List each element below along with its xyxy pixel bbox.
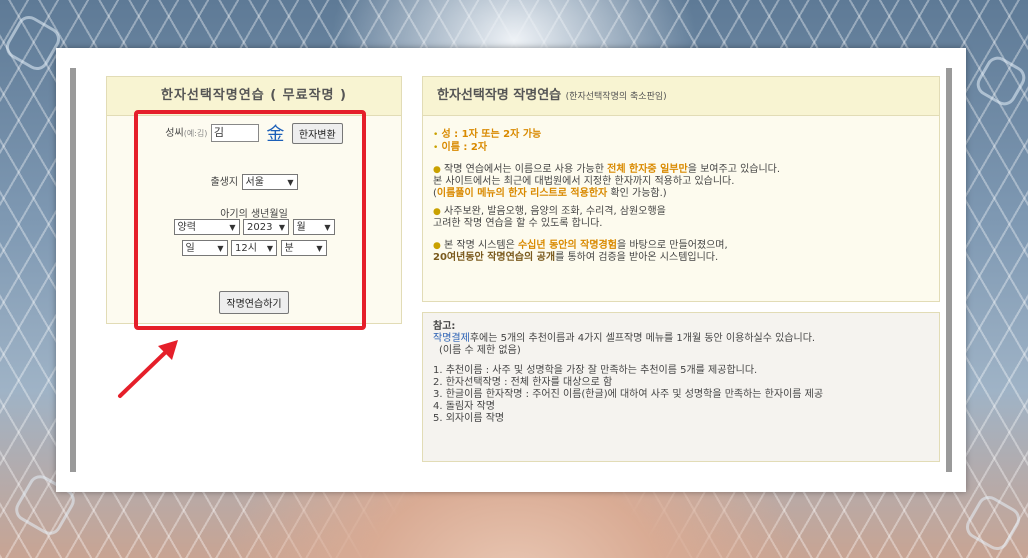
emphasis-text: 수십년 동안의 작명경험 <box>517 240 617 251</box>
bullet-icon: • <box>433 143 439 153</box>
emphasis-text: 전체 한자중 일부만 <box>607 164 688 175</box>
text: 본 사이트에서는 최근에 대법원에서 지정한 한자까지 적용하고 있습니다. <box>433 176 735 187</box>
info-subtitle: (한자선택작명의 축소판임) <box>565 92 667 102</box>
text: 를 통하여 검증을 받아온 시스템입니다. <box>555 252 719 263</box>
payment-link[interactable]: 작명결제 <box>433 333 470 344</box>
text: 작명 연습에서는 이름으로 사용 가능한 <box>444 164 608 175</box>
info-body: • 성 : 1자 또는 2자 가능 • 이름 : 2자 ● 작명 연습에서는 이… <box>433 129 933 270</box>
emphasis-text: 이름풀이 메뉴의 한자 리스트로 적용한자 <box>436 188 608 199</box>
rule-text: 성 : 1자 또는 2자 가능 <box>441 129 542 140</box>
reference-body: 참고: 작명결제후에는 5개의 추천이름과 4가지 셀프작명 메뉴를 1개월 동… <box>433 321 933 425</box>
paragraph-2: ● 사주보완, 발음오행, 음양의 조화, 수리격, 삼원오행을 고려한 작명 … <box>433 206 933 230</box>
text: 을 보여주고 있습니다. <box>687 164 781 175</box>
reference-panel: 참고: 작명결제후에는 5개의 추천이름과 4가지 셀프작명 메뉴를 1개월 동… <box>422 312 940 462</box>
bullet-icon: ● <box>433 165 441 175</box>
text: 후에는 5개의 추천이름과 4가지 셀프작명 메뉴를 1개월 동안 이용하실수 … <box>469 333 816 344</box>
paragraph-1: ● 작명 연습에서는 이름으로 사용 가능한 전체 한자중 일부만을 보여주고 … <box>433 164 933 200</box>
rule-item: • 이름 : 2자 <box>433 142 933 154</box>
list-item: 1. 추천이름 : 사주 및 성명학을 가장 잘 만족하는 추천이름 5개를 제… <box>433 365 758 376</box>
info-panel: 한자선택작명 작명연습 (한자선택작명의 축소판임) • 성 : 1자 또는 2… <box>422 76 940 302</box>
reference-intro: 작명결제후에는 5개의 추천이름과 4가지 셀프작명 메뉴를 1개월 동안 이용… <box>433 333 933 345</box>
list-item: 3. 한글이름 한자작명 : 주어진 이름(한글)에 대하여 사주 및 성명학을… <box>433 389 824 400</box>
list-item: 2. 한자선택작명 : 전체 한자를 대상으로 함 <box>433 377 613 388</box>
annotation-arrow-icon <box>118 340 178 398</box>
list-item: 5. 외자이름 작명 <box>433 413 505 424</box>
list-item: 4. 돌림자 작명 <box>433 401 495 412</box>
text: 확인 가능함.) <box>607 188 667 199</box>
background-decoration <box>961 491 1025 555</box>
rule-text: 이름 : 2자 <box>441 142 488 153</box>
emphasis-text: 20여년동안 작명연습의 공개 <box>433 252 556 263</box>
background-decoration <box>972 52 1028 110</box>
background-decoration <box>1 11 65 75</box>
paragraph-3: ● 본 작명 시스템은 수십년 동안의 작명경험을 바탕으로 만들어졌으며, 2… <box>433 240 933 264</box>
info-title-bar: 한자선택작명 작명연습 (한자선택작명의 축소판임) <box>423 77 939 116</box>
text: 고려한 작명 연습을 할 수 있도록 합니다. <box>433 218 603 229</box>
text: 을 바탕으로 만들어졌으며, <box>616 240 728 251</box>
bullet-icon: • <box>433 130 439 140</box>
rule-item: • 성 : 1자 또는 2자 가능 <box>433 129 933 141</box>
bullet-icon: ● <box>433 207 441 217</box>
reference-heading: 참고: <box>433 321 456 332</box>
text: 사주보완, 발음오행, 음양의 조화, 수리격, 삼원오행을 <box>444 206 666 217</box>
highlight-box <box>134 110 366 330</box>
reference-note: (이름 수 제한 없음) <box>439 345 521 356</box>
text: 본 작명 시스템은 <box>444 240 518 251</box>
bullet-icon: ● <box>433 241 441 251</box>
info-title: 한자선택작명 작명연습 <box>437 88 562 103</box>
